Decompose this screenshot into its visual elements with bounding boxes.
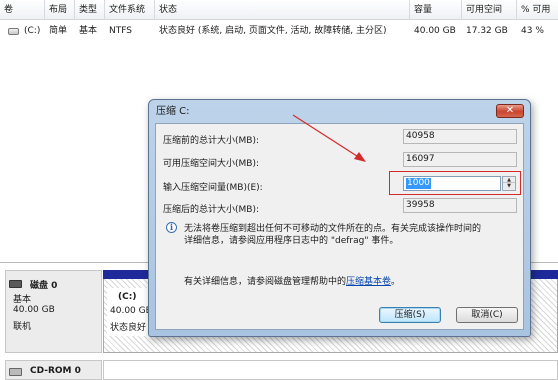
annotation-arrow (292, 114, 366, 162)
